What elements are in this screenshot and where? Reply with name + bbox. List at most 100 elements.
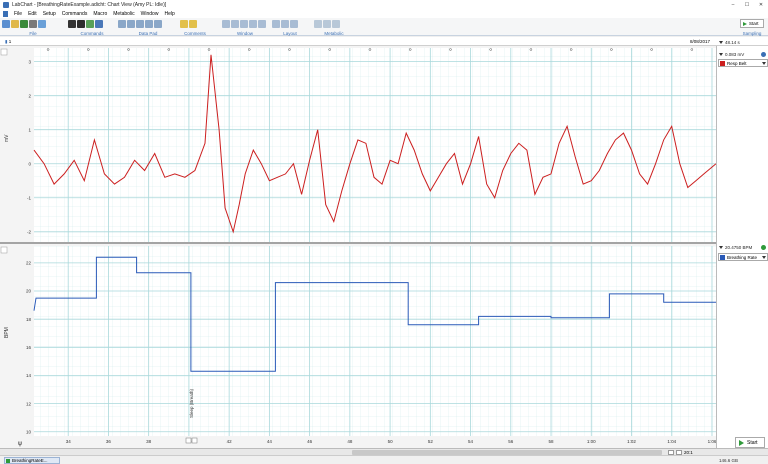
menu-file[interactable]: File [11,11,25,17]
group-label-sampling: Sampling [742,31,762,36]
toolbar-group-commands: Commands [68,19,116,36]
notebook-icon[interactable] [258,20,266,28]
breathing-rate-y-tick-label: 22 [26,261,32,266]
document-tab[interactable]: BreathingRateE... [4,457,60,464]
menu-window[interactable]: Window [138,11,162,17]
x-tick-label: 1:02 [627,439,636,444]
bottom-value: 20.4750 BPM [725,245,753,250]
x-tick-label: 36 [106,439,112,444]
layout-2-icon[interactable] [281,20,289,28]
breathing-rate-y-tick-label: 10 [26,429,32,434]
page-indicator[interactable]: ▮ 1 [5,39,11,45]
zoom-in-button[interactable] [676,449,682,455]
zoom-view-icon[interactable] [231,20,239,28]
x-tick-label: 42 [227,439,233,444]
toolbar-group-file: File [2,19,64,36]
start-button[interactable]: Start [735,437,765,448]
binoculars-icon[interactable] [68,20,76,28]
breathing-rate-color-swatch [720,254,725,260]
breathing-rate-y-tick-label: 18 [26,317,32,322]
export-icon[interactable] [38,20,46,28]
breathing-rate-channel-name: Breathing Rate [727,254,758,260]
duration-dropdown-icon[interactable] [719,41,723,44]
comment-label[interactable]: Sleep (Breath) [189,388,194,418]
menu-setup[interactable]: Setup [40,11,59,17]
window-title: LabChart - [BreathingRateExample.adicht:… [12,2,167,8]
group-label-window: Window [236,31,253,36]
menu-commands[interactable]: Commands [59,11,91,17]
resp-belt-y-tick-label: -2 [27,229,31,234]
document-tab-label: BreathingRateE... [12,458,48,463]
dropdown-icon[interactable] [95,20,103,28]
top-channel-menu-button[interactable] [0,48,8,56]
datapad-settings-icon[interactable] [154,20,162,28]
title-bar: LabChart - [BreathingRateExample.adicht:… [0,0,768,10]
ribbon-toolbar: File Commands Data Pad Comments Window L… [0,18,768,36]
datapad-icon[interactable] [118,20,126,28]
toolbar-group-comments: Comments [180,19,210,36]
comment-marker-icon[interactable] [185,437,192,444]
bottom-channel-menu-button[interactable] [0,246,8,254]
x-tick-label: 58 [549,439,555,444]
document-icon[interactable] [3,11,8,17]
layout-1-icon[interactable] [272,20,280,28]
close-button[interactable]: ✕ [754,0,768,10]
xy-view-icon[interactable] [240,20,248,28]
datapad-add-icon[interactable] [127,20,135,28]
spectrum-view-icon[interactable] [249,20,257,28]
datapad-view-icon[interactable] [136,20,144,28]
menu-macro[interactable]: Macro [90,11,110,17]
new-file-icon[interactable] [2,20,10,28]
x-tick-label: 52 [428,439,434,444]
start-label: Start [747,439,758,446]
comment-marker-icon-2[interactable] [191,437,198,444]
tuning-fork-icon[interactable]: ψ [18,440,22,447]
comment-list-icon[interactable] [189,20,197,28]
x-tick-label: 1:00 [587,439,596,444]
bottom-value-dropdown-icon[interactable] [719,246,723,249]
zoom-out-button[interactable] [668,449,674,455]
breathing-rate-y-tick-label: 12 [26,401,32,406]
toolbar-group-layout: Layout [272,19,308,36]
breathing-rate-y-tick-label: 14 [26,373,32,378]
chart-svg[interactable]: -2-10123 10121416182022 3436384042444648… [0,46,717,448]
chart-area[interactable]: -2-10123 10121416182022 3436384042444648… [0,46,717,448]
x-tick-label: 1:06 [708,439,716,444]
status-icon[interactable] [761,245,766,250]
top-value-dropdown-icon[interactable] [719,53,723,56]
metabolic-icon[interactable] [314,20,322,28]
datapad-table-icon[interactable] [145,20,153,28]
menu-metabolic[interactable]: Metabolic [110,11,137,17]
help-icon[interactable] [761,52,766,57]
open-folder-icon[interactable] [11,20,19,28]
group-label-metabolic: Metabolic [324,31,344,36]
layout-3-icon[interactable] [290,20,298,28]
metabolic-settings-icon[interactable] [323,20,331,28]
resp-belt-channel-selector[interactable]: Resp Belt [718,59,768,67]
print-icon[interactable] [29,20,37,28]
zoom-value[interactable]: 20:1 [684,450,693,455]
top-y-axis-label: mV [4,134,10,142]
add-comment-icon[interactable] [180,20,188,28]
metabolic-run-icon[interactable] [332,20,340,28]
resp-belt-channel-name: Resp Belt [727,60,747,66]
breathing-rate-y-tick-label: 20 [26,289,32,294]
chart-view-icon[interactable] [222,20,230,28]
toolbar-group-metabolic: Metabolic [314,19,354,36]
find-icon[interactable] [77,20,85,28]
horizontal-scrollbar[interactable] [0,448,768,455]
toolbar-start-button[interactable]: Start [740,19,764,28]
menu-edit[interactable]: Edit [25,11,40,17]
recording-date: 8/08/2017 [690,39,711,44]
maximize-button[interactable]: ☐ [740,0,754,10]
bottom-y-axis-label: BPM [4,327,10,338]
x-tick-label: 38 [146,439,152,444]
marker-icon[interactable] [86,20,94,28]
menu-help[interactable]: Help [161,11,177,17]
save-icon[interactable] [20,20,28,28]
top-value: 0.083 mV [725,52,745,57]
resp-belt-y-tick-label: -1 [27,195,31,200]
group-label-datapad: Data Pad [138,31,158,36]
breathing-rate-channel-selector[interactable]: Breathing Rate [718,253,768,261]
minimize-button[interactable]: – [726,0,740,10]
